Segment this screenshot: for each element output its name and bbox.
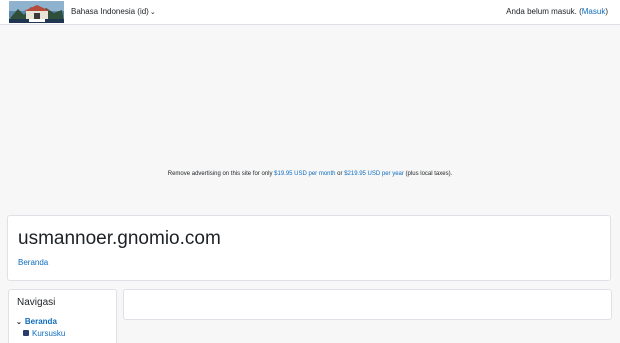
page-title: usmannoer.gnomio.com: [18, 228, 221, 249]
login-text-suffix: ): [605, 7, 608, 16]
nav-home-label: Beranda: [24, 317, 57, 326]
nav-item-my-courses[interactable]: Kursusku: [23, 329, 65, 338]
language-menu[interactable]: Bahasa Indonesia (id)⌄: [71, 7, 156, 16]
page-header: usmannoer.gnomio.com Beranda: [7, 215, 611, 281]
chevron-down-icon[interactable]: ⌄: [16, 318, 22, 326]
login-text: Anda belum masuk. (: [506, 7, 582, 16]
ad-yearly-link[interactable]: $219.95 USD per year: [344, 171, 404, 177]
chevron-down-icon: ⌄: [149, 9, 156, 16]
breadcrumb-home[interactable]: Beranda: [18, 258, 48, 267]
ad-text: Remove advertising on this site for only: [167, 171, 275, 177]
language-label: Bahasa Indonesia (id): [71, 7, 149, 16]
ad-text-or: or: [335, 171, 345, 177]
login-link[interactable]: Masuk: [582, 7, 606, 16]
nav-item-home[interactable]: ⌄ Beranda: [16, 317, 57, 326]
ad-text-suffix: (plus local taxes).: [403, 171, 453, 177]
login-info: Anda belum masuk. (Masuk): [506, 7, 608, 16]
ad-notice: Remove advertising on this site for only…: [0, 171, 620, 177]
navigation-title: Navigasi: [17, 297, 56, 308]
course-icon: [23, 330, 29, 336]
ad-monthly-link[interactable]: $19.95 USD per month: [274, 171, 335, 177]
top-navbar: Bahasa Indonesia (id)⌄ Anda belum masuk.…: [0, 0, 620, 25]
navigation-block: Navigasi ⌄ Beranda Kursusku: [8, 289, 117, 343]
site-logo[interactable]: [9, 1, 64, 23]
nav-courses-label: Kursusku: [32, 329, 66, 338]
main-content-region: [123, 289, 612, 320]
